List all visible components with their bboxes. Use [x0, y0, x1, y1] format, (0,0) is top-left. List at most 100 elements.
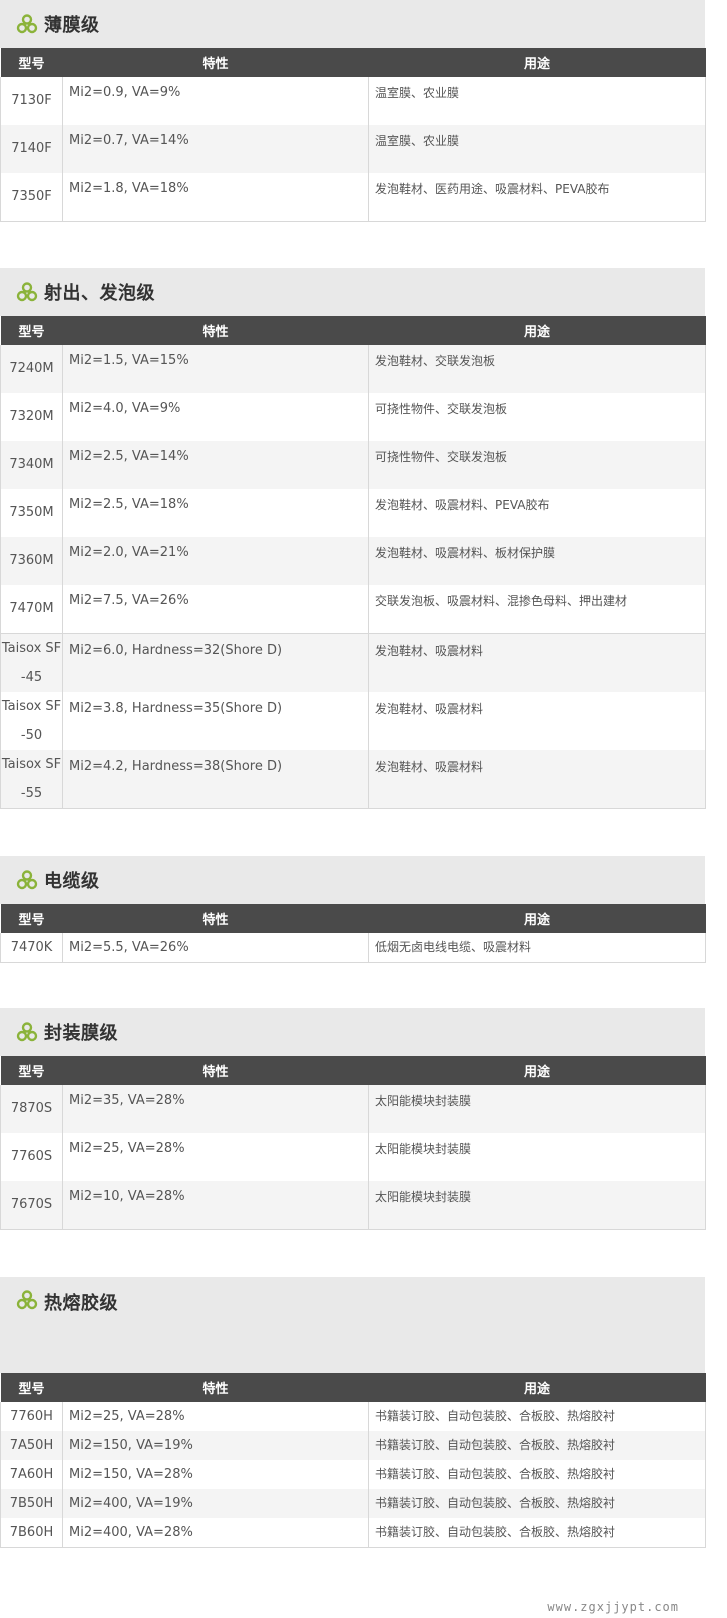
header-use: 用途: [368, 48, 706, 77]
trefoil-icon: [16, 1022, 38, 1042]
use-cell: 书籍装订胶、自动包装胶、合板胶、热熔胶衬: [368, 1402, 706, 1431]
section-header: 封装膜级: [0, 1008, 705, 1056]
model-cell: Taisox SF-55: [0, 750, 63, 809]
model-cell: 7870S: [0, 1085, 63, 1133]
section-header: 热熔胶级: [0, 1277, 705, 1373]
property-cell: Mi2=2.5, VA=18%: [62, 489, 369, 537]
section-cable: 电缆级 型号 特性 用途 7470K Mi2=5.5, VA=26% 低烟无卤电…: [0, 856, 706, 963]
trefoil-icon: [16, 1290, 38, 1310]
trefoil-icon: [16, 282, 38, 302]
table-row: 7B60H Mi2=400, VA=28% 书籍装订胶、自动包装胶、合板胶、热熔…: [0, 1518, 706, 1548]
model-cell: 7350M: [0, 489, 63, 537]
header-model: 型号: [0, 316, 63, 345]
section-header: 射出、发泡级: [0, 268, 705, 316]
section-title: 薄膜级: [44, 15, 100, 36]
use-cell: 低烟无卤电线电缆、吸震材料: [368, 933, 706, 963]
property-cell: Mi2=2.0, VA=21%: [62, 537, 369, 585]
section-title: 热熔胶级: [44, 1293, 118, 1314]
header-model: 型号: [0, 1056, 63, 1085]
table-row: 7350M Mi2=2.5, VA=18% 发泡鞋材、吸震材料、PEVA胶布: [0, 489, 706, 537]
use-cell: 温室膜、农业膜: [368, 125, 706, 173]
trefoil-icon: [16, 870, 38, 890]
property-cell: Mi2=7.5, VA=26%: [62, 585, 369, 634]
table-row: 7760S Mi2=25, VA=28% 太阳能模块封装膜: [0, 1133, 706, 1181]
header-property: 特性: [62, 1056, 369, 1085]
header-model: 型号: [0, 48, 63, 77]
use-cell: 书籍装订胶、自动包装胶、合板胶、热熔胶衬: [368, 1518, 706, 1548]
property-cell: Mi2=4.0, VA=9%: [62, 393, 369, 441]
model-cell: 7130F: [0, 77, 63, 125]
header-use: 用途: [368, 316, 706, 345]
use-cell: 发泡鞋材、医药用途、吸震材料、PEVA胶布: [368, 173, 706, 222]
model-cell: 7320M: [0, 393, 63, 441]
watermark: www.zgxjjypt.com: [547, 1600, 679, 1614]
model-cell: 7470M: [0, 585, 63, 634]
table-row: 7470K Mi2=5.5, VA=26% 低烟无卤电线电缆、吸震材料: [0, 933, 706, 963]
table-row: 7320M Mi2=4.0, VA=9% 可挠性物件、交联发泡板: [0, 393, 706, 441]
header-property: 特性: [62, 316, 369, 345]
model-cell: 7B60H: [0, 1518, 63, 1548]
section-encapsulation: 封装膜级 型号 特性 用途 7870S Mi2=35, VA=28% 太阳能模块…: [0, 1008, 706, 1230]
use-cell: 交联发泡板、吸震材料、混掺色母料、押出建材: [368, 585, 706, 634]
table-row: 7B50H Mi2=400, VA=19% 书籍装订胶、自动包装胶、合板胶、热熔…: [0, 1489, 706, 1518]
model-cell: 7A60H: [0, 1460, 63, 1489]
use-cell: 书籍装订胶、自动包装胶、合板胶、热熔胶衬: [368, 1460, 706, 1489]
header-use: 用途: [368, 1056, 706, 1085]
use-cell: 发泡鞋材、吸震材料、PEVA胶布: [368, 489, 706, 537]
header-use: 用途: [368, 1373, 706, 1402]
trefoil-icon: [16, 14, 38, 34]
model-cell: 7A50H: [0, 1431, 63, 1460]
model-cell: 7340M: [0, 441, 63, 489]
use-cell: 可挠性物件、交联发泡板: [368, 393, 706, 441]
property-cell: Mi2=1.8, VA=18%: [62, 173, 369, 222]
table-row: 7360M Mi2=2.0, VA=21% 发泡鞋材、吸震材料、板材保护膜: [0, 537, 706, 585]
table-row: 7670S Mi2=10, VA=28% 太阳能模块封装膜: [0, 1181, 706, 1230]
section-header: 电缆级: [0, 856, 705, 904]
use-cell: 温室膜、农业膜: [368, 77, 706, 125]
table-row: Taisox SF-45 Mi2=6.0, Hardness=32(Shore …: [0, 633, 706, 692]
use-cell: 太阳能模块封装膜: [368, 1085, 706, 1133]
model-cell: 7760H: [0, 1402, 63, 1431]
use-cell: 发泡鞋材、吸震材料、板材保护膜: [368, 537, 706, 585]
model-cell: 7360M: [0, 537, 63, 585]
model-cell: 7470K: [0, 933, 63, 963]
section-film: 薄膜级 型号 特性 用途 7130F Mi2=0.9, VA=9% 温室膜、农业…: [0, 0, 706, 222]
header-property: 特性: [62, 904, 369, 933]
property-cell: Mi2=6.0, Hardness=32(Shore D): [62, 633, 369, 692]
spec-table: 型号 特性 用途 7240M Mi2=1.5, VA=15% 发泡鞋材、交联发泡…: [0, 316, 706, 809]
spec-table: 型号 特性 用途 7870S Mi2=35, VA=28% 太阳能模块封装膜 7…: [0, 1056, 706, 1230]
property-cell: Mi2=4.2, Hardness=38(Shore D): [62, 750, 369, 809]
section-title: 射出、发泡级: [44, 283, 155, 304]
use-cell: 太阳能模块封装膜: [368, 1133, 706, 1181]
use-cell: 太阳能模块封装膜: [368, 1181, 706, 1230]
property-cell: Mi2=5.5, VA=26%: [62, 933, 369, 963]
property-cell: Mi2=0.9, VA=9%: [62, 77, 369, 125]
table-row: 7470M Mi2=7.5, VA=26% 交联发泡板、吸震材料、混掺色母料、押…: [0, 585, 706, 634]
table-row: 7760H Mi2=25, VA=28% 书籍装订胶、自动包装胶、合板胶、热熔胶…: [0, 1402, 706, 1431]
use-cell: 发泡鞋材、交联发泡板: [368, 345, 706, 393]
table-row: Taisox SF-50 Mi2=3.8, Hardness=35(Shore …: [0, 692, 706, 750]
model-cell: 7670S: [0, 1181, 63, 1230]
table-row: 7350F Mi2=1.8, VA=18% 发泡鞋材、医药用途、吸震材料、PEV…: [0, 173, 706, 222]
table-row: 7130F Mi2=0.9, VA=9% 温室膜、农业膜: [0, 77, 706, 125]
section-title: 封装膜级: [44, 1023, 118, 1044]
table-row: 7340M Mi2=2.5, VA=14% 可挠性物件、交联发泡板: [0, 441, 706, 489]
table-row: 7240M Mi2=1.5, VA=15% 发泡鞋材、交联发泡板: [0, 345, 706, 393]
use-cell: 发泡鞋材、吸震材料: [368, 750, 706, 809]
model-cell: 7240M: [0, 345, 63, 393]
model-cell: 7350F: [0, 173, 63, 222]
property-cell: Mi2=25, VA=28%: [62, 1402, 369, 1431]
spec-table: 型号 特性 用途 7470K Mi2=5.5, VA=26% 低烟无卤电线电缆、…: [0, 904, 706, 963]
property-cell: Mi2=400, VA=19%: [62, 1489, 369, 1518]
section-title: 电缆级: [44, 871, 100, 892]
use-cell: 书籍装订胶、自动包装胶、合板胶、热熔胶衬: [368, 1489, 706, 1518]
use-cell: 发泡鞋材、吸震材料: [368, 692, 706, 750]
property-cell: Mi2=35, VA=28%: [62, 1085, 369, 1133]
header-model: 型号: [0, 1373, 63, 1402]
header-property: 特性: [62, 48, 369, 77]
property-cell: Mi2=3.8, Hardness=35(Shore D): [62, 692, 369, 750]
model-cell: 7B50H: [0, 1489, 63, 1518]
model-cell: 7760S: [0, 1133, 63, 1181]
header-use: 用途: [368, 904, 706, 933]
property-cell: Mi2=0.7, VA=14%: [62, 125, 369, 173]
